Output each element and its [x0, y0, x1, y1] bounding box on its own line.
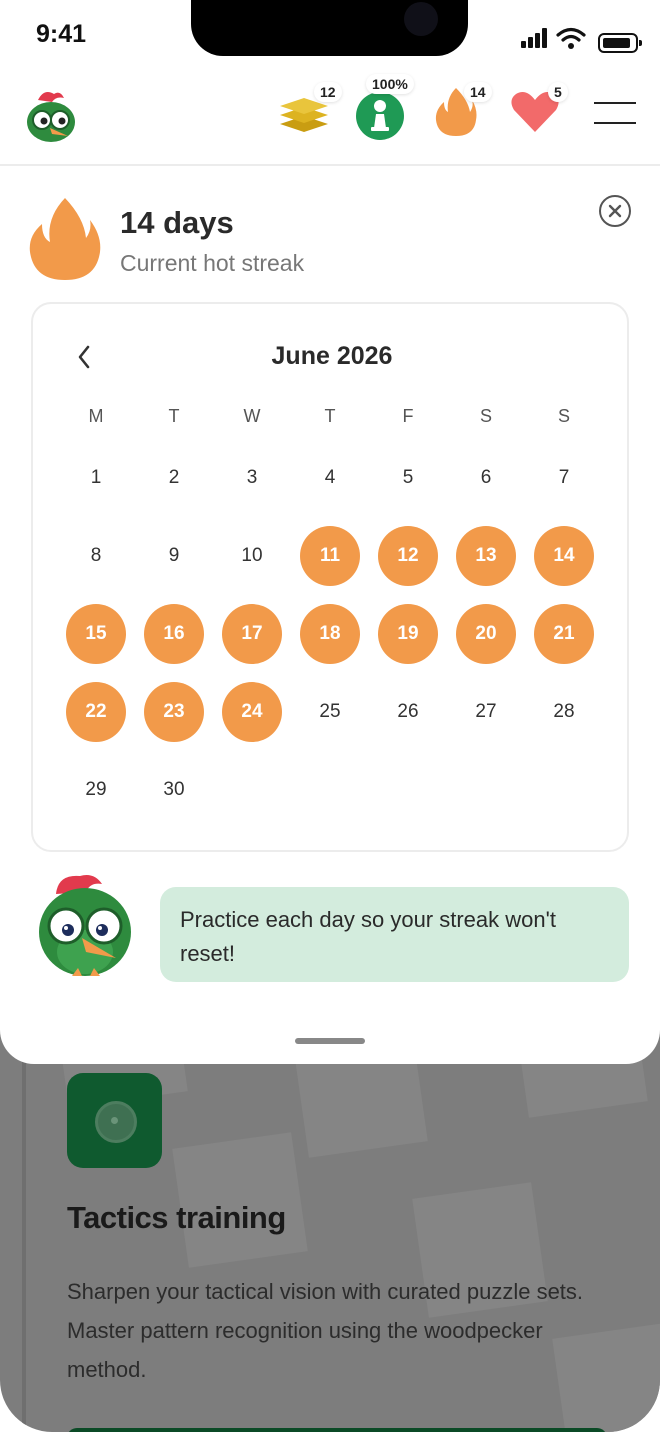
rating-percent: 100%	[366, 74, 414, 94]
calendar-day[interactable]: 5	[378, 448, 438, 508]
calendar-day-streak[interactable]: 14	[534, 526, 594, 586]
rating-stat[interactable]: 100%	[352, 74, 432, 164]
weekday-label: S	[557, 406, 570, 426]
calendar-day-streak[interactable]: 19	[378, 604, 438, 664]
calendar-day[interactable]: 9	[144, 526, 204, 586]
tactics-title: Tactics training	[67, 1200, 286, 1235]
calendar-day-streak[interactable]: 17	[222, 604, 282, 664]
chess-pawn-icon	[356, 92, 404, 140]
weekday-label: W	[243, 406, 261, 426]
tactics-tile[interactable]	[67, 1073, 162, 1168]
weekday-label: T	[168, 406, 180, 426]
calendar-day[interactable]: 25	[300, 682, 360, 742]
calendar-day[interactable]: 2	[144, 448, 204, 508]
background-rail	[22, 1000, 26, 1432]
calendar-day[interactable]: 7	[534, 448, 594, 508]
battery-icon	[598, 33, 642, 53]
streak-sheet: 9:41 12 100% 14 5 14 days Current hot st…	[0, 0, 660, 1064]
camera	[404, 2, 438, 36]
signal-icon	[521, 28, 549, 48]
target-center	[111, 1117, 118, 1124]
calendar-day-streak[interactable]: 15	[66, 604, 126, 664]
streak-calendar: June 2026 MTWTFSS 1 2 3 4 5 6 7 8 9 10 11 12 13 14 15 1…	[31, 302, 629, 852]
calendar-day[interactable]: 27	[456, 682, 516, 742]
tip-bubble: Practice each day so your streak won't r…	[160, 887, 629, 982]
notch	[191, 0, 468, 56]
calendar-day[interactable]: 4	[300, 448, 360, 508]
calendar-day-streak[interactable]: 11	[300, 526, 360, 586]
weekday-label: M	[88, 406, 104, 426]
cards-stat[interactable]: 12	[278, 76, 348, 164]
calendar-day-streak[interactable]: 12	[378, 526, 438, 586]
calendar-day-streak[interactable]: 16	[144, 604, 204, 664]
calendar-day[interactable]: 28	[534, 682, 594, 742]
calendar-day[interactable]: 6	[456, 448, 516, 508]
weekday-label: T	[324, 406, 336, 426]
flame-large-icon	[29, 198, 101, 280]
calendar-day-streak[interactable]: 18	[300, 604, 360, 664]
hamburger-menu-icon[interactable]	[594, 102, 636, 124]
calendar-day[interactable]: 3	[222, 448, 282, 508]
calendar-day-streak[interactable]: 20	[456, 604, 516, 664]
calendar-day[interactable]: 8	[66, 526, 126, 586]
calendar-day[interactable]: 26	[378, 682, 438, 742]
calendar-day[interactable]: 1	[66, 448, 126, 508]
calendar-day[interactable]: 30	[144, 760, 204, 820]
mascot-icon	[39, 875, 131, 976]
lives-count: 5	[548, 82, 568, 102]
streak-title: 14 days	[120, 205, 234, 240]
wifi-icon	[556, 27, 586, 49]
close-icon[interactable]	[598, 194, 632, 228]
calendar-day-streak[interactable]: 23	[144, 682, 204, 742]
lives-stat[interactable]: 5	[510, 76, 580, 164]
calendar-day-streak[interactable]: 13	[456, 526, 516, 586]
status-time: 9:41	[36, 20, 87, 48]
tactics-description: Sharpen your tactical vision with curate…	[67, 1279, 584, 1382]
top-app-bar: 12 100% 14 5	[0, 74, 660, 166]
calendar-day-streak[interactable]: 22	[66, 682, 126, 742]
streak-subtitle: Current hot streak	[120, 250, 305, 276]
phone-screen: Tactics training Sharpen your tactical v…	[0, 0, 660, 1432]
weekday-label: F	[402, 406, 414, 426]
calendar-day[interactable]: 10	[222, 526, 282, 586]
cards-count: 12	[314, 82, 342, 102]
tactics-start-button[interactable]	[67, 1428, 607, 1432]
calendar-day-streak[interactable]: 21	[534, 604, 594, 664]
sheet-grabber[interactable]	[295, 1038, 365, 1044]
calendar-day-streak[interactable]: 24	[222, 682, 282, 742]
streak-stat[interactable]: 14	[432, 76, 498, 164]
calendar-month: June 2026	[271, 342, 393, 370]
streak-count: 14	[464, 82, 492, 102]
background-page: Tactics training Sharpen your tactical v…	[0, 1000, 660, 1432]
app-logo-icon[interactable]	[24, 88, 78, 148]
weekday-label: S	[479, 406, 492, 426]
calendar-day[interactable]: 29	[66, 760, 126, 820]
